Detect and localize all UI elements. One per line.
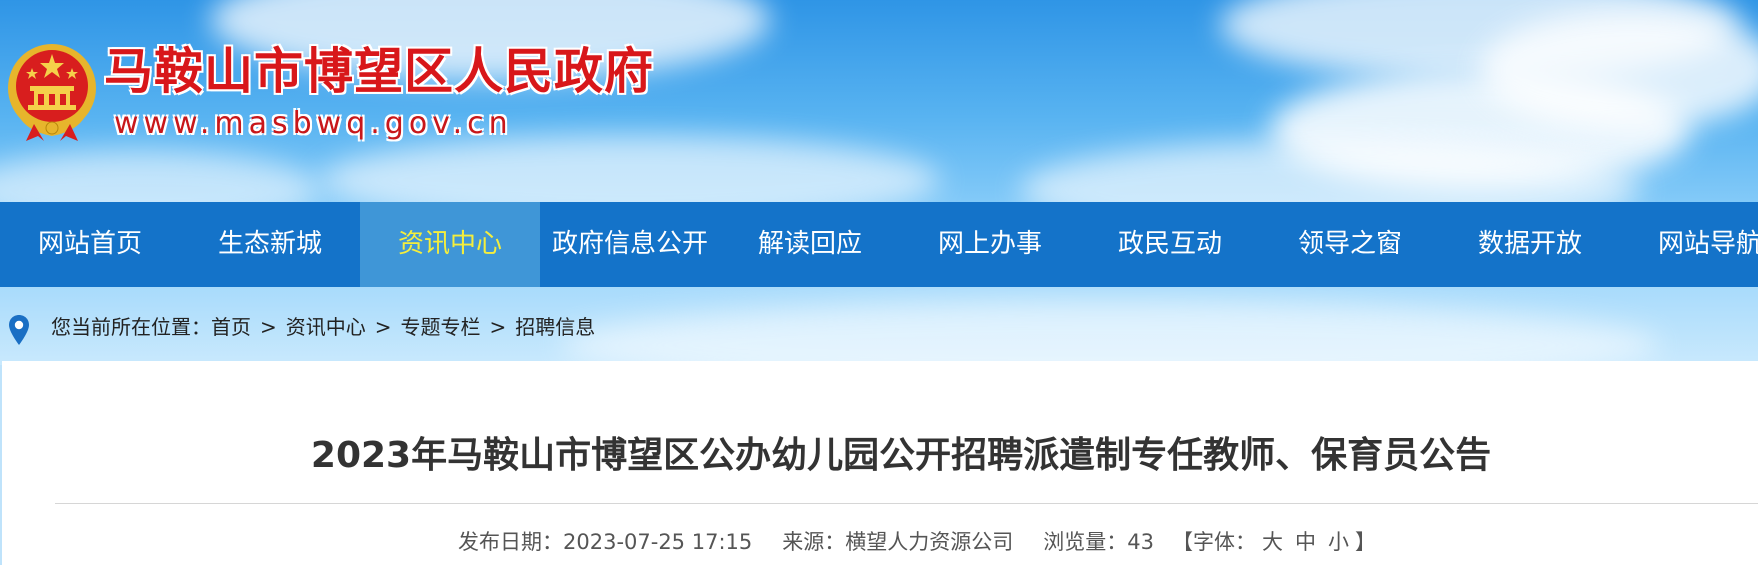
font-size-open: 【字体：: [1171, 530, 1256, 554]
national-emblem-icon[interactable]: [4, 40, 100, 142]
site-title[interactable]: 马鞍山市博望区人民政府: [103, 40, 654, 102]
nav-item-interpretation[interactable]: 解读回应: [720, 202, 900, 287]
breadcrumb-link-special-topics[interactable]: 专题专栏: [401, 309, 481, 345]
source-label: 来源：: [782, 530, 846, 554]
nav-item-eco-city[interactable]: 生态新城: [180, 202, 360, 287]
breadcrumb-link-home[interactable]: 首页: [211, 309, 251, 345]
breadcrumb: 您当前所在位置：首页 > 资讯中心 > 专题专栏 > 招聘信息: [51, 309, 595, 345]
title-divider: [55, 503, 1758, 504]
font-size-large-button[interactable]: 大: [1262, 525, 1283, 559]
article-title: 2023年马鞍山市博望区公办幼儿园公开招聘派遣制专任教师、保育员公告: [310, 435, 1492, 476]
nav-item-open-data[interactable]: 数据开放: [1440, 202, 1620, 287]
publish-date: 2023-07-25 17:15: [563, 530, 753, 554]
source-value: 横望人力资源公司: [845, 530, 1014, 554]
nav-item-site-map[interactable]: 网站导航: [1620, 202, 1758, 287]
main-nav: 网站首页 生态新城 资讯中心 政府信息公开 解读回应 网上办事 政民互动 领导之…: [0, 202, 1758, 287]
breadcrumb-prefix: 您当前所在位置：: [51, 315, 211, 339]
breadcrumb-separator: >: [260, 315, 277, 339]
font-size-small-button[interactable]: 小: [1328, 525, 1349, 559]
breadcrumb-separator: >: [489, 315, 507, 339]
nav-item-leaders[interactable]: 领导之窗: [1260, 202, 1440, 287]
nav-item-news-center[interactable]: 资讯中心: [360, 202, 540, 287]
nav-item-home[interactable]: 网站首页: [0, 202, 180, 287]
site-url: www.masbwq.gov.cn: [114, 106, 513, 141]
nav-item-online-services[interactable]: 网上办事: [900, 202, 1080, 287]
views-count: 43: [1127, 530, 1154, 554]
nav-item-gov-info[interactable]: 政府信息公开: [540, 202, 720, 287]
article-meta: 发布日期：2023-07-25 17:15 来源：横望人力资源公司 浏览量：43 【字…: [458, 525, 1376, 559]
font-size-close: 】: [1354, 530, 1376, 554]
site-header: 马鞍山市博望区人民政府 www.masbwq.gov.cn: [0, 0, 1758, 202]
location-pin-icon: [9, 315, 29, 345]
breadcrumb-link-recruitment[interactable]: 招聘信息: [515, 309, 595, 345]
views-label: 浏览量：: [1043, 530, 1128, 554]
article-container: 2023年马鞍山市博望区公办幼儿园公开招聘派遣制专任教师、保育员公告 发布日期：…: [2, 361, 1758, 565]
breadcrumb-link-news-center[interactable]: 资讯中心: [286, 309, 366, 345]
breadcrumb-separator: >: [374, 315, 392, 339]
publish-date-label: 发布日期：: [458, 530, 563, 554]
nav-item-interaction[interactable]: 政民互动: [1080, 202, 1260, 287]
font-size-medium-button[interactable]: 中: [1295, 525, 1316, 559]
